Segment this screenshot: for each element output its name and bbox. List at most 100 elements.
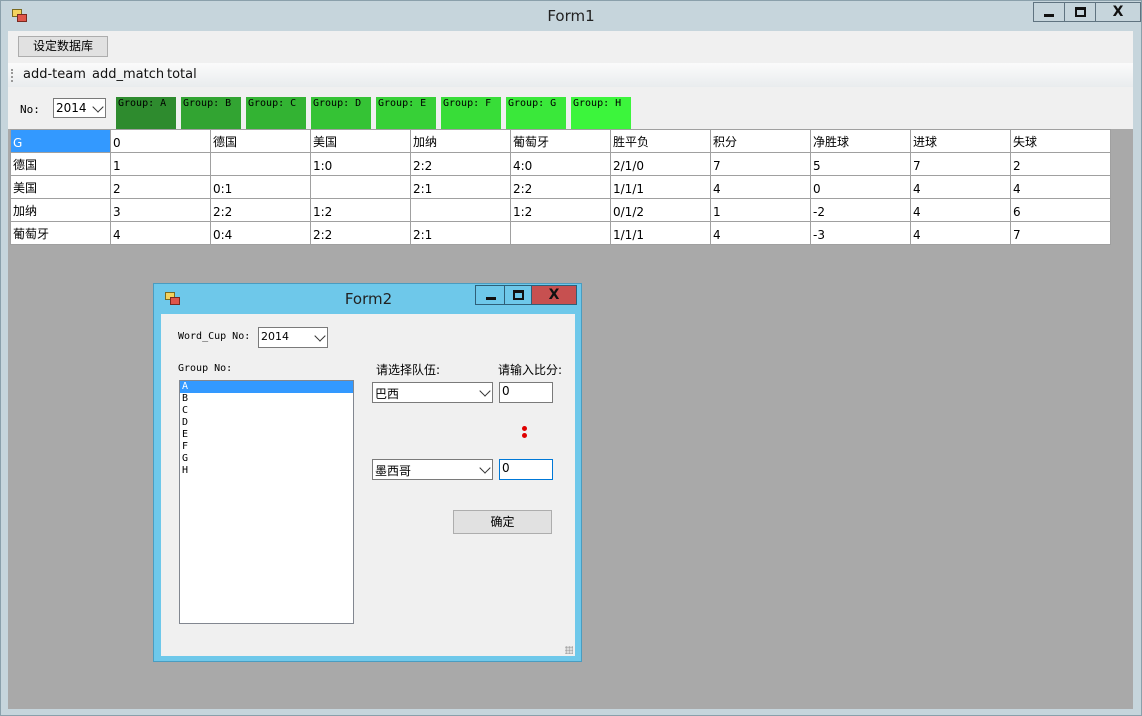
grid-cell[interactable]: 4 bbox=[910, 221, 1011, 245]
grid-cell[interactable]: 2 bbox=[110, 175, 211, 199]
grid-cell[interactable]: 1:2 bbox=[510, 198, 611, 222]
list-item[interactable]: A bbox=[180, 381, 353, 393]
list-item[interactable]: G bbox=[180, 453, 353, 465]
chevron-down-icon bbox=[92, 101, 104, 113]
grid-cell[interactable]: 5 bbox=[810, 152, 911, 176]
list-item[interactable]: H bbox=[180, 465, 353, 477]
menu-add-match[interactable]: add_match bbox=[92, 67, 164, 82]
list-item[interactable]: D bbox=[180, 417, 353, 429]
menu-total[interactable]: total bbox=[167, 67, 197, 82]
grid-cell[interactable]: 2:2 bbox=[210, 198, 311, 222]
grid-header-cell[interactable]: 美国 bbox=[310, 129, 411, 153]
grid-cell[interactable]: 7 bbox=[1010, 221, 1111, 245]
grid-cell[interactable]: 2 bbox=[1010, 152, 1111, 176]
grid-cell[interactable]: 2:2 bbox=[310, 221, 411, 245]
grid-cell[interactable]: 美国 bbox=[10, 175, 111, 199]
grid-cell[interactable]: 葡萄牙 bbox=[10, 221, 111, 245]
grid-header-cell[interactable]: 葡萄牙 bbox=[510, 129, 611, 153]
group-c-button[interactable]: Group: C bbox=[246, 97, 306, 129]
grid-header-cell[interactable]: 积分 bbox=[710, 129, 811, 153]
form1-close-button[interactable]: X bbox=[1095, 2, 1141, 22]
group-f-button[interactable]: Group: F bbox=[441, 97, 501, 129]
group-strip: No: 2014 Group: A Group: B Group: C Grou… bbox=[8, 87, 1133, 129]
grid-cell[interactable]: 德国 bbox=[10, 152, 111, 176]
group-h-button[interactable]: Group: H bbox=[571, 97, 631, 129]
grid-cell[interactable]: 4 bbox=[110, 221, 211, 245]
grid-cell[interactable]: 1/1/1 bbox=[610, 221, 711, 245]
grid-cell[interactable] bbox=[410, 198, 511, 222]
menu-add-team[interactable]: add-team bbox=[23, 67, 86, 82]
grid-header-cell[interactable]: 胜平负 bbox=[610, 129, 711, 153]
cup-no-select[interactable]: 2014 bbox=[258, 327, 328, 348]
confirm-button[interactable]: 确定 bbox=[453, 510, 552, 534]
grid-header-cell[interactable]: 失球 bbox=[1010, 129, 1111, 153]
grid-cell[interactable]: 6 bbox=[1010, 198, 1111, 222]
form1-maximize-button[interactable] bbox=[1064, 2, 1096, 22]
grid-cell[interactable]: 1/1/1 bbox=[610, 175, 711, 199]
grid-cell[interactable]: 4 bbox=[910, 198, 1011, 222]
grid-cell[interactable]: 加纳 bbox=[10, 198, 111, 222]
group-listbox[interactable]: A B C D E F G H bbox=[179, 380, 354, 624]
grid-cell[interactable]: 4 bbox=[1010, 175, 1111, 199]
form1-titlebar[interactable]: Form1 X bbox=[1, 1, 1141, 31]
grid-cell[interactable]: 2:2 bbox=[410, 152, 511, 176]
grid-cell[interactable]: 7 bbox=[710, 152, 811, 176]
team1-select[interactable]: 巴西 bbox=[372, 382, 493, 403]
grid-cell[interactable]: 0:1 bbox=[210, 175, 311, 199]
grid-cell[interactable]: 2/1/0 bbox=[610, 152, 711, 176]
grid-cell[interactable]: 4 bbox=[910, 175, 1011, 199]
grid-cell[interactable]: -3 bbox=[810, 221, 911, 245]
menu-strip: add-team add_match total bbox=[8, 63, 1133, 87]
grid-cell[interactable]: 0 bbox=[810, 175, 911, 199]
grid-header-cell[interactable]: 0 bbox=[110, 129, 211, 153]
grid-cell[interactable]: 4 bbox=[710, 221, 811, 245]
group-e-button[interactable]: Group: E bbox=[376, 97, 436, 129]
form2-maximize-button[interactable] bbox=[504, 285, 532, 305]
standings-grid[interactable]: G 0 德国 美国 加纳 葡萄牙 胜平负 积分 净胜球 进球 失球 德国 1 1… bbox=[10, 129, 1111, 245]
grid-cell[interactable]: -2 bbox=[810, 198, 911, 222]
list-item[interactable]: C bbox=[180, 405, 353, 417]
grid-cell[interactable]: 3 bbox=[110, 198, 211, 222]
resize-grip-icon[interactable] bbox=[565, 646, 573, 654]
grid-cell[interactable]: 4 bbox=[710, 175, 811, 199]
grid-cell[interactable]: 2:1 bbox=[410, 175, 511, 199]
grid-header-cell[interactable]: G bbox=[10, 129, 111, 153]
list-item[interactable]: B bbox=[180, 393, 353, 405]
grid-cell[interactable] bbox=[310, 175, 411, 199]
close-icon: X bbox=[548, 287, 560, 303]
grid-cell[interactable]: 7 bbox=[910, 152, 1011, 176]
score1-input[interactable]: 0 bbox=[499, 382, 553, 403]
grid-header-cell[interactable]: 德国 bbox=[210, 129, 311, 153]
group-a-button[interactable]: Group: A bbox=[116, 97, 176, 129]
year-select[interactable]: 2014 bbox=[53, 98, 106, 118]
form2-close-button[interactable]: X bbox=[531, 285, 577, 305]
grid-header-cell[interactable]: 净胜球 bbox=[810, 129, 911, 153]
grid-cell[interactable]: 1:0 bbox=[310, 152, 411, 176]
list-item[interactable]: F bbox=[180, 441, 353, 453]
grid-header-cell[interactable]: 加纳 bbox=[410, 129, 511, 153]
group-b-button[interactable]: Group: B bbox=[181, 97, 241, 129]
grid-cell[interactable]: 0:4 bbox=[210, 221, 311, 245]
team2-select[interactable]: 墨西哥 bbox=[372, 459, 493, 480]
group-d-button[interactable]: Group: D bbox=[311, 97, 371, 129]
grid-cell[interactable]: 1 bbox=[110, 152, 211, 176]
form1-minimize-button[interactable] bbox=[1033, 2, 1065, 22]
grid-cell[interactable] bbox=[510, 221, 611, 245]
grid-cell[interactable]: 4:0 bbox=[510, 152, 611, 176]
grid-cell[interactable]: 0/1/2 bbox=[610, 198, 711, 222]
set-database-button[interactable]: 设定数据库 bbox=[18, 36, 108, 57]
score-separator-dot bbox=[522, 426, 527, 431]
form2-minimize-button[interactable] bbox=[475, 285, 505, 305]
close-icon: X bbox=[1112, 4, 1124, 20]
grid-cell[interactable]: 2:2 bbox=[510, 175, 611, 199]
grid-header-cell[interactable]: 进球 bbox=[910, 129, 1011, 153]
menu-grip-icon[interactable] bbox=[11, 69, 13, 82]
grid-cell[interactable]: 1 bbox=[710, 198, 811, 222]
list-item[interactable]: E bbox=[180, 429, 353, 441]
grid-cell[interactable]: 2:1 bbox=[410, 221, 511, 245]
grid-cell[interactable] bbox=[210, 152, 311, 176]
group-g-button[interactable]: Group: G bbox=[506, 97, 566, 129]
grid-cell[interactable]: 1:2 bbox=[310, 198, 411, 222]
score2-input[interactable]: 0 bbox=[499, 459, 553, 480]
table-row: 葡萄牙 4 0:4 2:2 2:1 1/1/1 4 -3 4 7 bbox=[10, 221, 1111, 245]
